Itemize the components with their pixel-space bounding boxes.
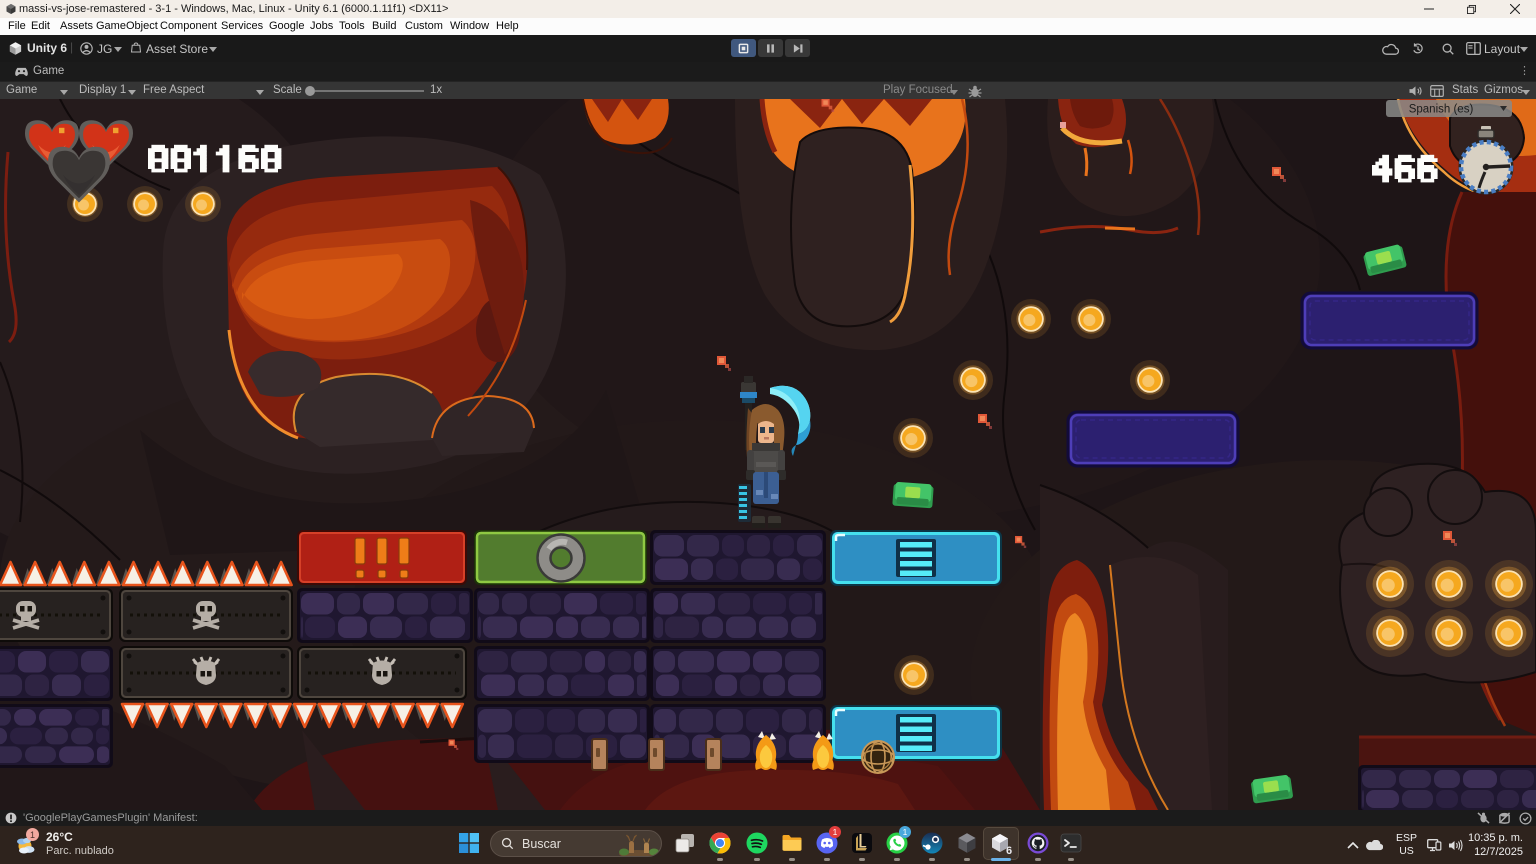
svg-text:Spanish (es): Spanish (es) — [1409, 104, 1474, 116]
svg-text:6: 6 — [1006, 845, 1012, 857]
